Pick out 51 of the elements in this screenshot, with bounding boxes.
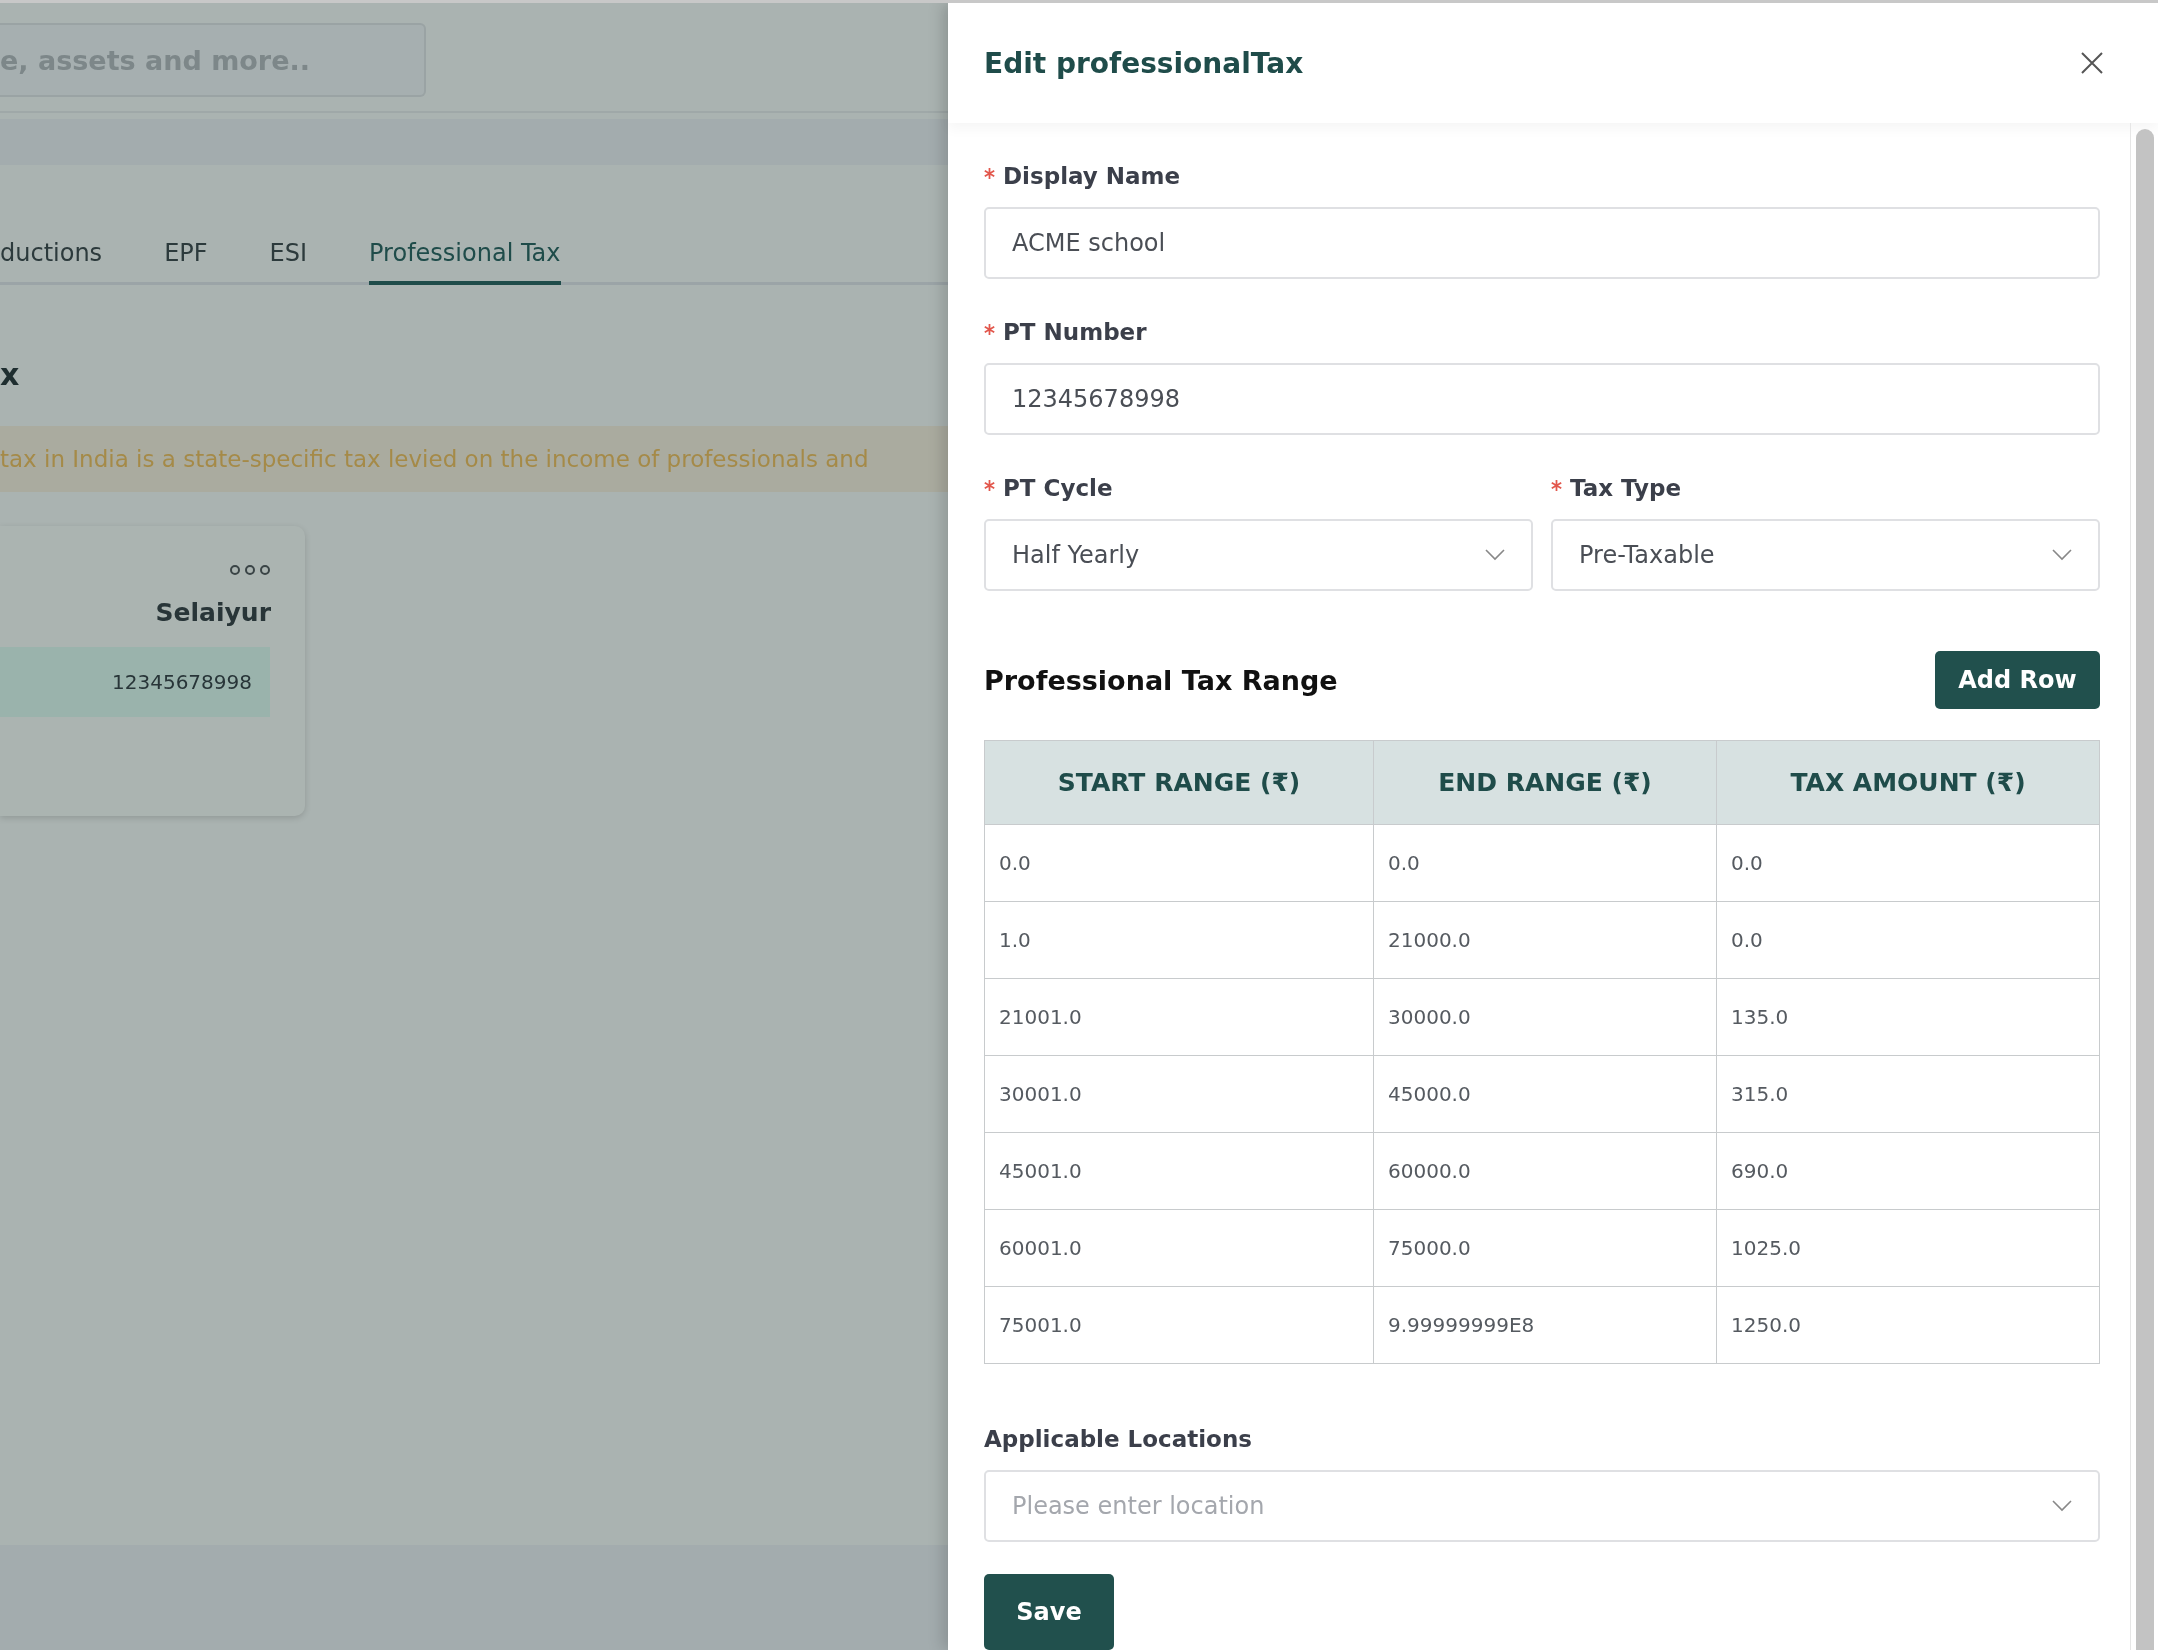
tab[interactable]: EPF [164, 227, 208, 282]
chevron-down-icon [2052, 1500, 2072, 1512]
more-icon[interactable] [229, 564, 271, 576]
save-button[interactable]: Save [984, 1574, 1114, 1650]
table-cell: 21001.0 [984, 978, 1374, 1056]
column-header: START RANGE (₹) [984, 740, 1374, 825]
chevron-down-icon [2052, 549, 2072, 561]
column-header: TAX AMOUNT (₹) [1716, 740, 2100, 825]
table-cell: 21000.0 [1373, 901, 1717, 979]
field-label: Display Name [1003, 163, 1181, 189]
close-icon[interactable] [2080, 51, 2104, 75]
pt-number-value: 12345678998 [0, 647, 270, 717]
table-cell: 60000.0 [1373, 1132, 1717, 1210]
add-row-button[interactable]: Add Row [1935, 651, 2100, 709]
table-cell: 0.0 [1716, 824, 2100, 902]
table-cell: 0.0 [1716, 901, 2100, 979]
chevron-down-icon [1485, 549, 1505, 561]
dropdown[interactable]: Pre-Taxable [1551, 519, 2100, 591]
table-cell: 75000.0 [1373, 1209, 1717, 1287]
table-cell: 0.0 [1373, 824, 1717, 902]
table-cell: 1025.0 [1716, 1209, 2100, 1287]
page-heading: x [0, 357, 21, 392]
table-cell: 9.99999999E8 [1373, 1286, 1717, 1364]
field-label: Applicable Locations [984, 1426, 1252, 1452]
text-field[interactable]: ACME school [984, 207, 2100, 279]
field-label: PT Cycle [1003, 475, 1113, 501]
field-label: PT Number [1003, 319, 1147, 345]
table-cell: 315.0 [1716, 1055, 2100, 1133]
tab[interactable]: ductions [0, 227, 103, 282]
card-title: Selaiyur [155, 598, 271, 627]
dropdown[interactable]: Half Yearly [984, 519, 1533, 591]
table-cell: 75001.0 [984, 1286, 1374, 1364]
section-title: Professional Tax Range [984, 664, 1338, 696]
field-label: Tax Type [1570, 475, 1682, 501]
table-cell: 690.0 [1716, 1132, 2100, 1210]
table-cell: 45000.0 [1373, 1055, 1717, 1133]
table-cell: 30001.0 [984, 1055, 1374, 1133]
column-header: END RANGE (₹) [1373, 740, 1717, 825]
drawer-title: Edit professionalTax [984, 46, 1304, 80]
table-cell: 1.0 [984, 901, 1374, 979]
table-cell: 60001.0 [984, 1209, 1374, 1287]
table-cell: 1250.0 [1716, 1286, 2100, 1364]
scrollbar-thumb[interactable] [2135, 129, 2154, 1650]
text-field[interactable]: 12345678998 [984, 363, 2100, 435]
table-cell: 0.0 [984, 824, 1374, 902]
tab[interactable]: Professional Tax [369, 227, 561, 285]
table-cell: 45001.0 [984, 1132, 1374, 1210]
table-cell: 30000.0 [1373, 978, 1717, 1056]
info-banner: tax in India is a state-specific tax levied on the income of professionals and [0, 426, 948, 492]
tab[interactable]: ESI [269, 227, 308, 282]
table-cell: 135.0 [1716, 978, 2100, 1056]
